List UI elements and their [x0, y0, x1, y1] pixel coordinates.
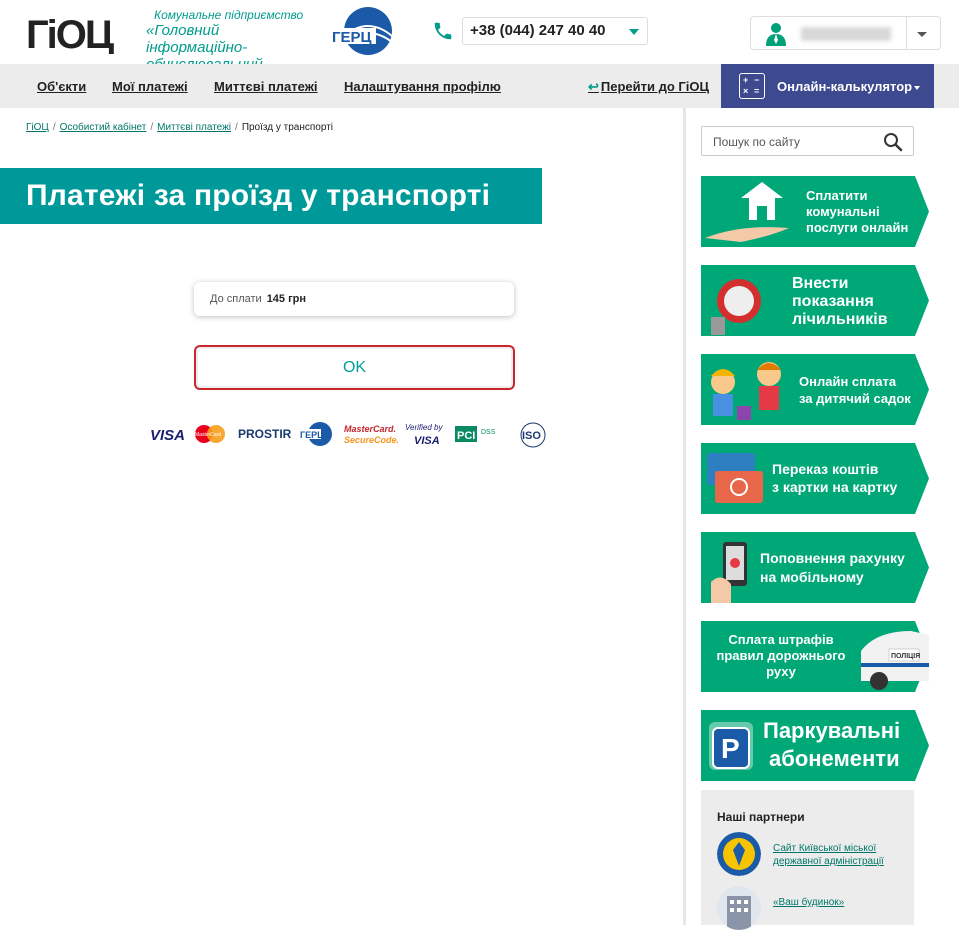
header: ГіОЦ Комунальне підприємство «Головний і…: [0, 0, 959, 90]
breadcrumb-link[interactable]: Миттєві платежі: [157, 122, 231, 133]
online-calculator-button[interactable]: + − × = Онлайн-калькулятор: [721, 64, 934, 108]
user-icon: [766, 23, 786, 46]
promo-traffic-fines-text: Сплата штрафів правил дорожнього руху: [716, 632, 846, 679]
svg-text:ПОЛІЦІЯ: ПОЛІЦІЯ: [891, 653, 920, 660]
breadcrumb-current: Проїзд у транспорті: [241, 122, 334, 133]
promo-mobile-topup-text: Поповнення рахунку на мобільному: [760, 550, 905, 585]
visa-logo: VISA: [150, 427, 185, 444]
search-input[interactable]: Пошук по сайту: [713, 135, 800, 149]
divider: [906, 17, 907, 49]
page-title: Платежі за проїзд у транспорті: [26, 179, 491, 212]
nav-instant-payments[interactable]: Миттєві платежі: [214, 79, 318, 94]
org-line-2: «Головний інформаційно-: [146, 22, 248, 56]
promo-kindergarten[interactable]: Онлайн сплата за дитячий садок: [701, 354, 929, 425]
svg-text:ГіОЦ: ГіОЦ: [26, 14, 114, 54]
breadcrumb-link[interactable]: Особистий кабінет: [60, 122, 147, 133]
svg-text:PCI: PCI: [457, 430, 475, 442]
svg-text:P: P: [721, 733, 740, 764]
svg-text:MasterCard: MasterCard: [195, 432, 221, 438]
herc-small-logo: ГЕРЦ: [299, 422, 332, 446]
promo-parking-text: Паркувальні абонементи: [763, 718, 901, 771]
phone-icon: [434, 22, 452, 40]
breadcrumb: ГіОЦ / Особистий кабінет / Миттєві платежі / П…: [26, 122, 334, 133]
site-search[interactable]: Пошук по сайту: [701, 126, 914, 156]
calculator-icon: + − × =: [739, 73, 765, 99]
ok-button[interactable]: OK: [194, 345, 515, 390]
phone-number: +38 (044) 247 40 40: [470, 22, 606, 39]
mastercard-securecode-logo: MasterCard. SecureCode.: [344, 424, 399, 445]
go-to-gioc-label: Перейти до ГіОЦ: [600, 79, 710, 94]
svg-text:DSS: DSS: [481, 429, 496, 436]
pci-dss-logo: PCI DSS: [455, 426, 496, 442]
svg-text:ГЕРЦ: ГЕРЦ: [300, 430, 324, 440]
promo-pay-utilities[interactable]: Сплатити комунальні послуги онлайн: [701, 176, 929, 247]
nav-objects[interactable]: Об'єкти: [37, 79, 86, 94]
breadcrumb-link[interactable]: ГіОЦ: [26, 122, 49, 133]
svg-text:ГЕРЦ: ГЕРЦ: [332, 29, 372, 46]
page-title-band: Платежі за проїзд у транспорті: [0, 168, 542, 224]
amount-value: 145 грн: [266, 293, 307, 305]
return-arrow-icon: ↩: [588, 79, 599, 94]
promo-traffic-fines[interactable]: ПОЛІЦІЯ Сплата штрафів правил дорожнього р…: [701, 621, 929, 692]
payment-logos: VISA MasterCard PROSTIR ГЕРЦ MasterCard.…: [150, 422, 546, 448]
promo-card-transfer-text: Переказ коштів з картки на картку: [772, 461, 898, 495]
nav-profile-settings[interactable]: Налаштування профілю: [344, 79, 501, 94]
amount-due-card: До сплати 145 грн: [194, 282, 514, 316]
promo-mobile-topup[interactable]: Поповнення рахунку на мобільному: [701, 532, 929, 603]
phone-dropdown[interactable]: +38 (044) 247 40 40: [462, 17, 648, 45]
partner-link-kyiv[interactable]: Сайт Київської міської державної адмініс…: [773, 842, 903, 868]
partners-title: Наші партнери: [717, 810, 805, 824]
promo-card-transfer[interactable]: Переказ коштів з картки на картку: [701, 443, 929, 514]
promo-meter-readings-text: Внести показання лічильників: [792, 275, 888, 328]
chevron-down-icon: [914, 86, 920, 90]
herc-logo[interactable]: ГЕРЦ: [328, 6, 398, 56]
iso-logo: ISO: [520, 422, 546, 448]
nav-my-payments[interactable]: Мої платежі: [112, 79, 188, 94]
svg-text:ISO: ISO: [522, 430, 541, 442]
kyiv-admin-logo[interactable]: [717, 832, 761, 876]
your-building-logo[interactable]: [717, 886, 761, 930]
chevron-down-icon: [629, 29, 639, 35]
user-name-blurred: [801, 27, 891, 41]
gioc-logo[interactable]: ГіОЦ: [26, 14, 142, 54]
amount-label: До сплати: [210, 293, 262, 305]
go-to-gioc-link[interactable]: ↩ Перейти до ГіОЦ: [588, 79, 709, 95]
partner-link-your-building[interactable]: «Ваш будинок»: [773, 896, 903, 909]
org-line-1: Комунальне підприємство: [154, 8, 304, 22]
user-menu[interactable]: [750, 16, 941, 50]
verified-by-visa-logo: Verified by VISA: [405, 423, 444, 447]
promo-kindergarten-text: Онлайн сплата за дитячий садок: [799, 374, 911, 406]
promo-pay-utilities-text: Сплатити комунальні послуги онлайн: [806, 188, 909, 235]
mastercard-logo: MasterCard: [195, 425, 225, 443]
search-icon[interactable]: [883, 132, 903, 152]
promo-parking[interactable]: P Паркувальні абонементи: [701, 710, 929, 781]
calculator-label: Онлайн-калькулятор: [777, 79, 913, 94]
prostir-logo: PROSTIR: [238, 427, 292, 441]
promo-meter-readings[interactable]: Внести показання лічильників: [701, 265, 929, 336]
partners-block: Наші партнери Сайт Київської міської дер…: [701, 790, 914, 930]
chevron-down-icon[interactable]: [917, 32, 927, 37]
